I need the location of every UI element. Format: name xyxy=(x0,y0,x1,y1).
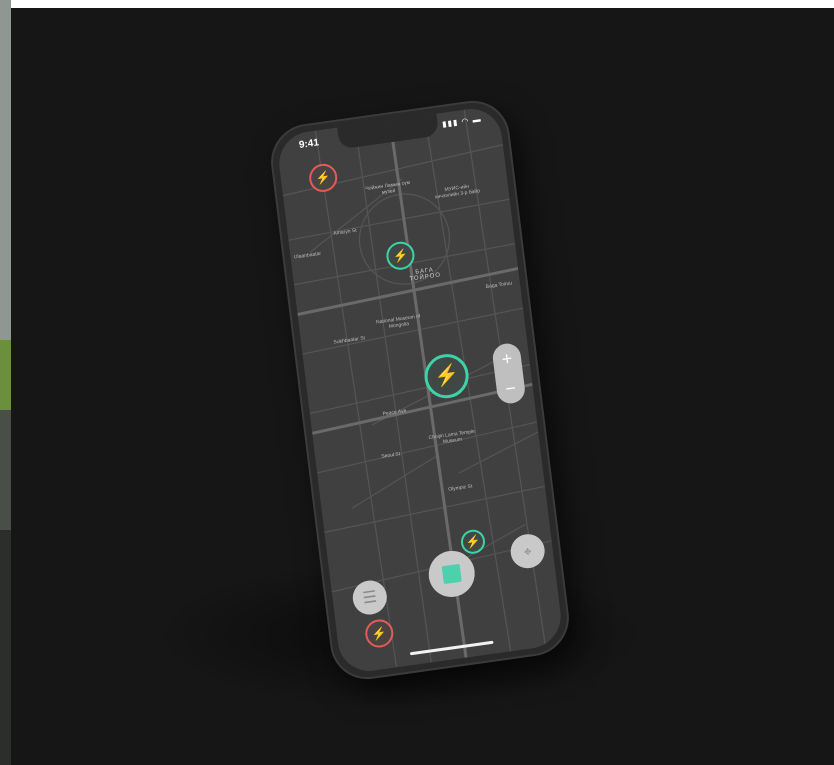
left-photo-edge xyxy=(0,0,11,765)
locate-icon: ⌖ xyxy=(522,542,533,560)
bolt-icon: ⚡ xyxy=(314,169,332,186)
top-photo-edge xyxy=(0,0,834,8)
bolt-icon: ⚡ xyxy=(464,533,482,550)
zoom-in-button[interactable]: + xyxy=(501,348,514,369)
zoom-out-button[interactable]: − xyxy=(504,378,517,399)
bolt-icon: ⚡ xyxy=(371,625,388,642)
qr-icon xyxy=(441,563,462,585)
menu-icon: ☰ xyxy=(361,588,379,608)
bolt-icon: ⚡ xyxy=(392,247,409,264)
bolt-icon: ⚡ xyxy=(432,363,461,389)
